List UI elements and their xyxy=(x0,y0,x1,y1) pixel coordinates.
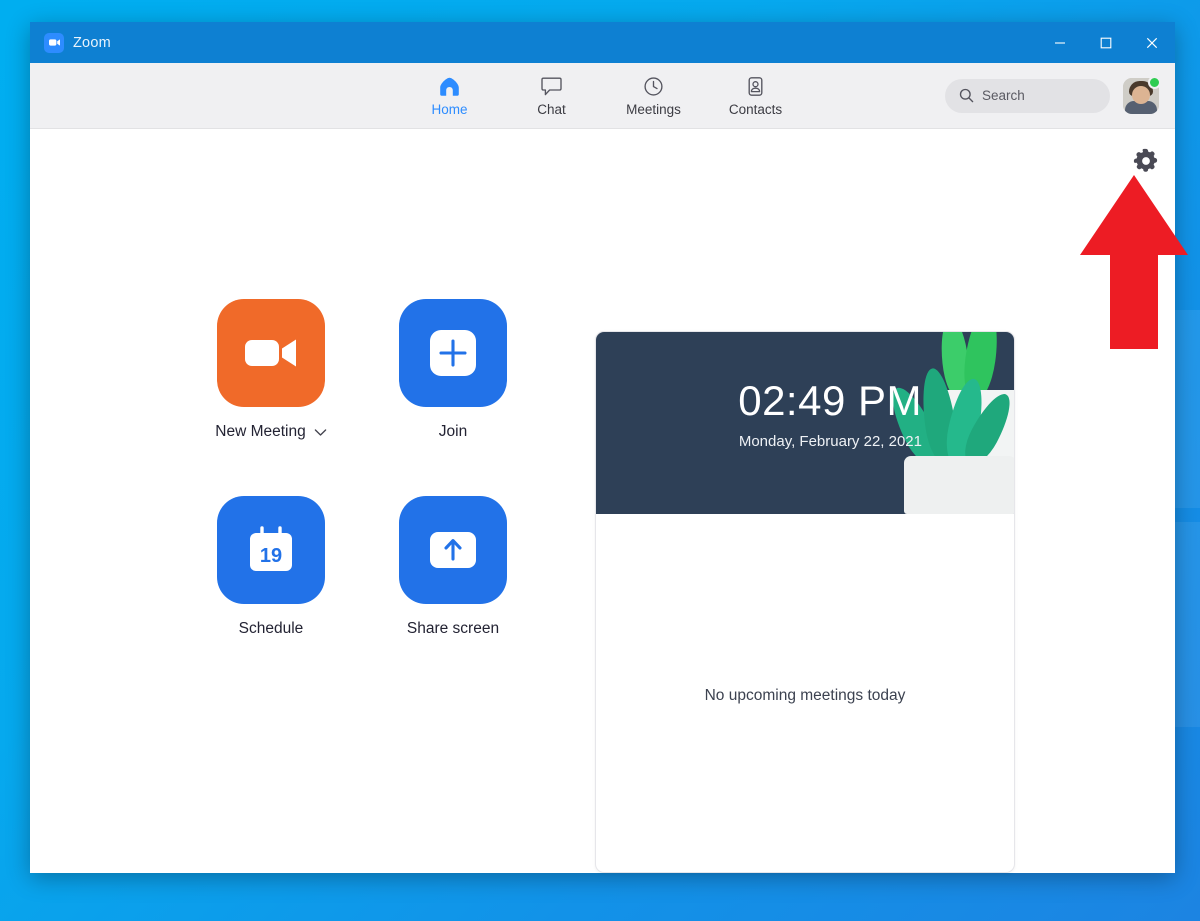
chevron-down-icon[interactable] xyxy=(314,428,327,437)
search-box[interactable] xyxy=(945,78,1110,113)
tab-meetings[interactable]: Meetings xyxy=(626,75,682,117)
plus-icon xyxy=(430,330,476,376)
video-camera-icon xyxy=(245,339,296,367)
tab-contacts-label: Contacts xyxy=(728,101,783,117)
maximize-button[interactable] xyxy=(1083,22,1129,63)
contacts-icon xyxy=(744,75,767,99)
join-tile xyxy=(399,299,507,407)
window-controls xyxy=(1037,22,1175,63)
search-input[interactable] xyxy=(982,88,1092,103)
new-meeting-label-row: New Meeting xyxy=(215,423,327,441)
tab-chat-label: Chat xyxy=(537,101,566,117)
schedule-tile: 19 xyxy=(217,496,325,604)
join-label-row: Join xyxy=(439,423,467,441)
tab-contacts[interactable]: Contacts xyxy=(728,75,784,117)
status-badge xyxy=(1148,75,1161,89)
quick-actions-grid: New Meeting Join 19 Schedule Share scree… xyxy=(180,299,544,693)
video-camera-icon xyxy=(44,32,64,53)
upcoming-meetings-card: 02:49 PM Monday, February 22, 2021 No up… xyxy=(595,331,1015,873)
window-title: Zoom xyxy=(73,34,111,51)
new-meeting-label: New Meeting xyxy=(215,423,306,440)
share-screen-button[interactable]: Share screen xyxy=(362,496,544,693)
title-bar-left: Zoom xyxy=(30,32,111,53)
current-time: 02:49 PM xyxy=(738,377,922,424)
home-icon xyxy=(438,75,461,99)
up-arrow-icon xyxy=(430,532,476,568)
close-icon xyxy=(1146,37,1158,48)
schedule-label-row: Schedule xyxy=(239,620,304,638)
nav-right-group xyxy=(945,75,1175,114)
minimize-icon xyxy=(1055,41,1065,44)
settings-button[interactable] xyxy=(1131,146,1161,176)
schedule-label: Schedule xyxy=(238,620,304,637)
windows-desktop: Zoom Home Chat Meetings Contacts Search … xyxy=(0,0,1200,921)
chat-icon xyxy=(540,75,563,99)
tab-home[interactable]: Home xyxy=(422,75,478,117)
clock-icon xyxy=(642,75,665,99)
schedule-button[interactable]: 19 Schedule xyxy=(180,496,362,693)
empty-state-message: No upcoming meetings today xyxy=(704,687,906,704)
zoom-application-window: Zoom Home Chat Meetings Contacts Search … xyxy=(30,22,1175,873)
tab-home-label: Home xyxy=(431,101,468,117)
new-meeting-tile xyxy=(217,299,325,407)
calendar-day-number: 19 xyxy=(260,545,282,567)
tab-meetings-label: Meetings xyxy=(626,101,681,117)
avatar[interactable] xyxy=(1123,75,1161,114)
minimize-button[interactable] xyxy=(1037,22,1083,63)
join-label: Join xyxy=(438,423,468,440)
join-button[interactable]: Join xyxy=(362,299,544,496)
nav-tab-list: Home Chat Meetings Contacts xyxy=(422,75,784,117)
current-date: Monday, February 22, 2021 xyxy=(738,433,922,450)
main-navigation-bar: Home Chat Meetings Contacts Search xyxy=(30,63,1175,129)
clock-banner: 02:49 PM Monday, February 22, 2021 xyxy=(596,332,1014,514)
share-screen-label-row: Share screen xyxy=(407,620,499,638)
search-icon xyxy=(959,88,974,103)
calendar-icon: 19 xyxy=(250,526,292,571)
close-button[interactable] xyxy=(1129,22,1175,63)
clock-text-group: 02:49 PM Monday, February 22, 2021 xyxy=(738,377,922,451)
maximize-icon xyxy=(1100,37,1112,48)
gear-icon xyxy=(1133,148,1158,172)
tab-chat[interactable]: Chat xyxy=(524,75,580,117)
home-content-area: New Meeting Join 19 Schedule Share scree… xyxy=(30,129,1175,873)
share-screen-tile xyxy=(399,496,507,604)
new-meeting-button[interactable]: New Meeting xyxy=(180,299,362,496)
share-screen-label: Share screen xyxy=(406,620,500,637)
window-title-bar: Zoom xyxy=(30,22,1175,63)
